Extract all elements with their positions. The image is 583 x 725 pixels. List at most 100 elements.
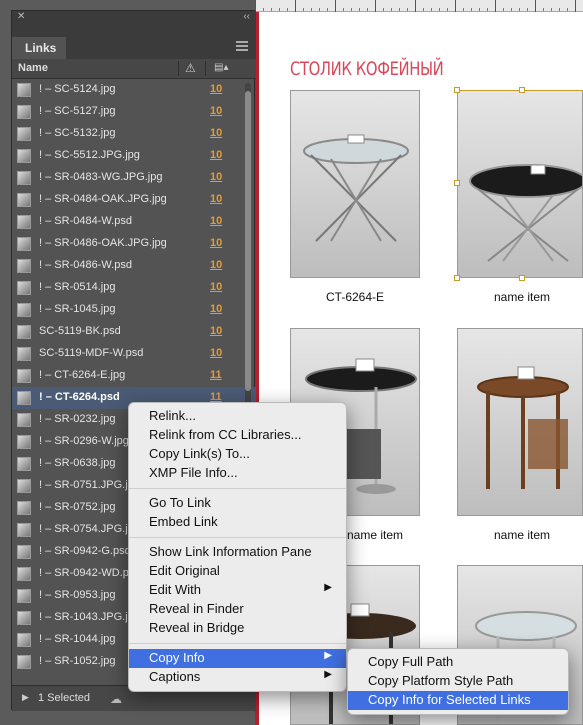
menu-item[interactable]: Copy Link(s) To... [129, 445, 346, 464]
tab-links[interactable]: Links [12, 37, 66, 59]
menu-item[interactable]: Relink... [129, 407, 346, 426]
link-name: ! – SR-0484-W.psd [39, 215, 132, 227]
thumbnail-icon [17, 391, 31, 405]
menu-item[interactable]: Copy Full Path [348, 653, 568, 672]
selection-frame[interactable] [457, 90, 583, 278]
link-name: ! – SC-5127.jpg [39, 105, 116, 117]
page-link[interactable]: 10 [210, 83, 222, 95]
resize-handle[interactable] [454, 275, 460, 281]
menu-item-label: XMP File Info... [149, 465, 238, 480]
link-row[interactable]: SC-5119-BK.psd 10 [12, 321, 256, 343]
thumbnail-icon [17, 611, 31, 625]
menu-item[interactable]: Edit With ▶ [129, 581, 346, 600]
menu-item-label: Captions [149, 669, 201, 684]
page-link[interactable]: 10 [210, 215, 222, 227]
thumbnail-icon [17, 303, 31, 317]
link-row[interactable]: ! – SR-0484-OAK.JPG.jpg 10 [12, 189, 256, 211]
thumbnail-icon [17, 149, 31, 163]
page-link[interactable]: 10 [210, 127, 222, 139]
menu-item[interactable]: Go To Link [129, 494, 346, 513]
page-link[interactable]: 10 [210, 281, 222, 293]
link-name: ! – SR-1052.jpg [39, 655, 116, 667]
menu-item-label: Reveal in Finder [149, 601, 244, 616]
link-name: ! – SR-1043.JPG.jpg [39, 611, 140, 623]
product-photo-4[interactable] [457, 328, 583, 516]
page-link[interactable]: 10 [210, 325, 222, 337]
thumbnail-icon [17, 479, 31, 493]
resize-handle[interactable] [519, 275, 525, 281]
panel-titlebar: ✕ ‹‹ [12, 11, 256, 25]
thumbnail-icon [17, 589, 31, 603]
page-link[interactable]: 10 [210, 347, 222, 359]
page-link[interactable]: 10 [210, 303, 222, 315]
thumbnail-icon [17, 369, 31, 383]
page-link[interactable]: 10 [210, 193, 222, 205]
link-row[interactable]: ! – SC-5124.jpg 10 [12, 79, 256, 101]
link-row[interactable]: ! – SC-5132.jpg 10 [12, 123, 256, 145]
menu-item[interactable]: Copy Platform Style Path [348, 672, 568, 691]
thumbnail-icon [17, 281, 31, 295]
menu-separator [129, 643, 346, 644]
link-row[interactable]: ! – SR-0486-OAK.JPG.jpg 10 [12, 233, 256, 255]
product-photo-1[interactable] [290, 90, 420, 278]
menu-item[interactable]: Relink from CC Libraries... [129, 426, 346, 445]
relink-cc-icon[interactable]: ☁ [110, 692, 122, 706]
wooden-table-image [477, 366, 569, 489]
link-row[interactable]: ! – SR-1045.jpg 10 [12, 299, 256, 321]
link-row[interactable]: ! – SR-0483-WG.JPG.jpg 10 [12, 167, 256, 189]
link-name: ! – SR-0514.jpg [39, 281, 116, 293]
thumbnail-icon [17, 347, 31, 361]
expand-arrow-icon[interactable]: ▶ [22, 692, 29, 703]
menu-item[interactable]: Reveal in Finder [129, 600, 346, 619]
link-row[interactable]: ! – SC-5512.JPG.jpg 10 [12, 145, 256, 167]
menu-item[interactable]: Embed Link [129, 513, 346, 532]
link-name: ! – SR-0754.JPG.jpg [39, 523, 140, 535]
thumbnail-icon [17, 523, 31, 537]
warning-icon[interactable]: ⚠ [185, 61, 196, 75]
document-heading[interactable]: СТОЛИК КОФЕЙНЫЙ [290, 58, 444, 80]
thumbnail-icon [17, 633, 31, 647]
menu-item-label: Copy Link(s) To... [149, 446, 250, 461]
resize-handle[interactable] [454, 87, 460, 93]
menu-item[interactable]: Copy Info ▶ [129, 649, 346, 668]
thumbnail-icon [17, 325, 31, 339]
link-name: SC-5119-BK.psd [39, 325, 121, 337]
page-icon[interactable]: ▤▴ [214, 62, 228, 73]
resize-handle[interactable] [519, 87, 525, 93]
column-divider [205, 61, 206, 76]
name-column-header[interactable]: Name [18, 62, 48, 74]
link-row[interactable]: ! – SR-0486-W.psd 10 [12, 255, 256, 277]
thumbnail-icon [17, 171, 31, 185]
thumbnail-icon [17, 435, 31, 449]
link-row[interactable]: ! – CT-6264-E.jpg 11 [12, 365, 256, 387]
menu-item[interactable]: Show Link Information Pane [129, 543, 346, 562]
caption-1: CT-6264-E [325, 290, 385, 304]
close-panel-icon[interactable]: ✕ [17, 11, 25, 22]
page-link[interactable]: 11 [210, 369, 222, 381]
menu-item[interactable]: Reveal in Bridge [129, 619, 346, 638]
page-link[interactable]: 10 [210, 149, 222, 161]
page-link[interactable]: 10 [210, 105, 222, 117]
link-name: ! – CT-6264.psd [39, 391, 120, 403]
link-row[interactable]: ! – SR-0484-W.psd 10 [12, 211, 256, 233]
page-link[interactable]: 10 [210, 237, 222, 249]
resize-handle[interactable] [454, 180, 460, 186]
link-name: ! – SR-1044.jpg [39, 633, 116, 645]
thumbnail-icon [17, 215, 31, 229]
panel-tabbar: Links [12, 25, 256, 59]
collapse-panel-icon[interactable]: ‹‹ [243, 11, 250, 22]
link-row[interactable]: SC-5119-MDF-W.psd 10 [12, 343, 256, 365]
menu-item[interactable]: Edit Original [129, 562, 346, 581]
menu-item[interactable]: Copy Info for Selected Links [348, 691, 568, 710]
link-row[interactable]: ! – SC-5127.jpg 10 [12, 101, 256, 123]
context-menu: Relink... Relink from CC Libraries... Copy… [128, 402, 347, 692]
page-link[interactable]: 10 [210, 171, 222, 183]
panel-menu-icon[interactable] [236, 41, 248, 51]
link-name: SC-5119-MDF-W.psd [39, 347, 144, 359]
link-name: ! – SC-5124.jpg [39, 83, 116, 95]
menu-separator [129, 537, 346, 538]
menu-item[interactable]: XMP File Info... [129, 464, 346, 483]
link-row[interactable]: ! – SR-0514.jpg 10 [12, 277, 256, 299]
menu-item[interactable]: Captions ▶ [129, 668, 346, 687]
page-link[interactable]: 10 [210, 259, 222, 271]
